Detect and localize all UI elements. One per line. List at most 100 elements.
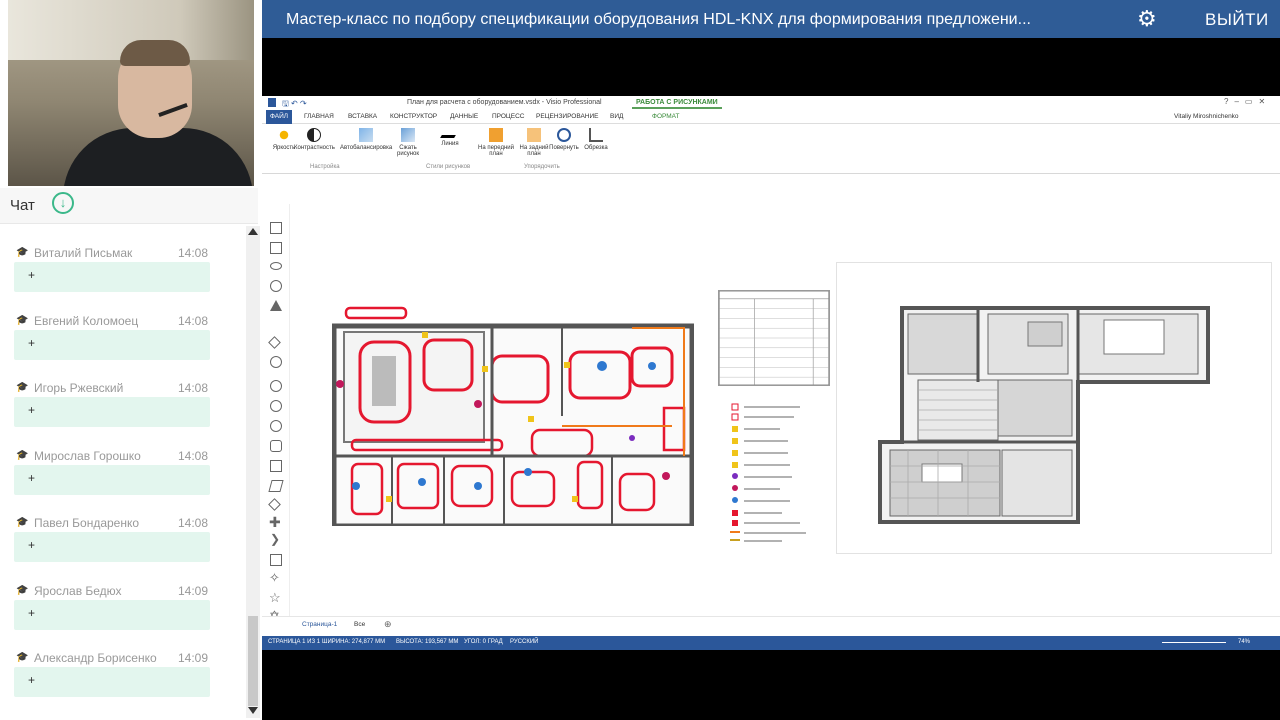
- ribbon-tabs: ФАЙЛ ГЛАВНАЯ ВСТАВКА КОНСТРУКТОР ДАННЫЕ …: [262, 110, 1280, 124]
- hexagon-shape-icon[interactable]: [270, 356, 282, 368]
- window-controls-icon[interactable]: ?–▭✕: [1224, 97, 1271, 106]
- shared-screen: 🖫 ↶ ↷ План для расчета с оборудованием.v…: [262, 96, 1280, 650]
- compress-picture-button[interactable]: Сжать рисунок: [390, 128, 426, 172]
- tab-process[interactable]: ПРОЦЕСС: [492, 113, 524, 120]
- compress-icon: [401, 128, 415, 142]
- visio-status-bar: СТРАНИЦА 1 ИЗ 1 ШИРИНА: 274,877 ММ ВЫСОТ…: [262, 636, 1280, 650]
- line-label: Линия: [441, 141, 459, 147]
- message-bubble: +: [14, 667, 210, 697]
- status-height: ВЫСОТА: 193,567 ММ: [396, 639, 459, 645]
- star-5-shape-icon[interactable]: ☆: [269, 590, 281, 606]
- can-shape-icon[interactable]: [270, 440, 282, 452]
- ellipse-shape-icon[interactable]: [270, 262, 282, 270]
- tab-home[interactable]: ГЛАВНАЯ: [304, 113, 334, 120]
- scroll-down-arrow-icon[interactable]: [248, 707, 258, 714]
- chat-title: Чат: [10, 197, 35, 214]
- message-time: 14:08: [178, 314, 209, 328]
- chat-header: Чат: [0, 188, 258, 224]
- page-tab[interactable]: Страница-1: [302, 621, 337, 628]
- group-label-arrange: Упорядочить: [524, 164, 560, 170]
- circle-shape-icon[interactable]: [270, 280, 282, 292]
- auto-balance-button[interactable]: Автобалансировка: [340, 128, 392, 172]
- chat-download-icon[interactable]: ↓: [52, 192, 74, 214]
- tab-format[interactable]: ФОРМАТ: [652, 113, 679, 120]
- message-text: +: [28, 471, 36, 485]
- graduation-cap-icon: 🎓: [16, 315, 29, 326]
- tab-view[interactable]: ВИД: [610, 113, 623, 120]
- rectangle-shape-icon[interactable]: [270, 222, 282, 234]
- floor-plan-with-equipment[interactable]: [332, 296, 694, 526]
- message-bubble: +: [14, 330, 210, 360]
- status-zoom[interactable]: 74%: [1238, 639, 1250, 645]
- cube-shape-icon[interactable]: [270, 554, 282, 566]
- graduation-cap-icon: 🎓: [16, 382, 29, 393]
- octagon-shape-icon[interactable]: [270, 380, 282, 392]
- equipment-legend[interactable]: [730, 398, 842, 548]
- message-author: Мирослав Горошко: [34, 449, 141, 463]
- pentagon-shape-icon[interactable]: [268, 336, 281, 349]
- tab-file[interactable]: ФАЙЛ: [266, 110, 292, 124]
- status-width: ШИРИНА: 274,877 ММ: [322, 639, 386, 645]
- tab-review[interactable]: РЕЦЕНЗИРОВАНИЕ: [536, 113, 599, 120]
- send-backward-icon: [527, 128, 541, 142]
- message-author: Ярослав Бедюх: [34, 584, 122, 598]
- auto-balance-label: Автобалансировка: [340, 145, 393, 151]
- visio-logo-icon: [268, 98, 276, 107]
- graduation-cap-icon: 🎓: [16, 652, 29, 663]
- webinar-title: Мастер-класс по подбору спецификации обо…: [286, 11, 1031, 28]
- chevron-shape-icon[interactable]: ❯: [270, 532, 280, 546]
- rounded-rect-shape-icon[interactable]: [270, 460, 282, 472]
- furniture-floor-plan[interactable]: [878, 306, 1210, 528]
- message-time: 14:08: [178, 246, 209, 260]
- message-author: Александр Борисенко: [34, 651, 157, 665]
- scroll-thumb[interactable]: [248, 616, 258, 706]
- message-time: 14:09: [178, 584, 209, 598]
- gear-icon[interactable]: ⚙: [1137, 8, 1159, 30]
- exit-button[interactable]: ВЫЙТИ: [1205, 10, 1269, 30]
- graduation-cap-icon: 🎓: [16, 585, 29, 596]
- equipment-spec-table[interactable]: [718, 290, 830, 386]
- chat-scrollbar[interactable]: [246, 226, 260, 718]
- sun-icon: [277, 128, 291, 142]
- contrast-label: Контрастность: [294, 145, 335, 151]
- message-time: 14:08: [178, 516, 209, 530]
- add-page-icon[interactable]: ⊕: [384, 619, 392, 630]
- brightness-label: Яркость: [272, 145, 296, 151]
- message-text: +: [28, 403, 36, 417]
- tab-design[interactable]: КОНСТРУКТОР: [390, 113, 437, 120]
- bring-forward-button[interactable]: На передний план: [474, 128, 518, 172]
- message-bubble: +: [14, 465, 210, 495]
- triangle-shape-icon[interactable]: [270, 300, 282, 311]
- crop-button[interactable]: Обрезка: [578, 128, 614, 172]
- ribbon-toolbar: Яркость Контрастность Автобалансировка С…: [262, 124, 1280, 174]
- zoom-slider[interactable]: [1162, 642, 1226, 643]
- parallelogram-shape-icon[interactable]: [268, 480, 284, 492]
- message-bubble: +: [14, 397, 210, 427]
- message-text: +: [28, 336, 36, 350]
- page-tabs-bar: Страница-1 Все ⊕: [262, 616, 1280, 634]
- page-all-dropdown[interactable]: Все: [354, 621, 365, 628]
- tab-data[interactable]: ДАННЫЕ: [450, 113, 478, 120]
- scroll-up-arrow-icon[interactable]: [248, 228, 258, 235]
- circle-large-shape-icon[interactable]: [270, 420, 282, 432]
- square-shape-icon[interactable]: [270, 242, 282, 254]
- message-bubble: +: [14, 600, 210, 630]
- diamond-shape-icon[interactable]: [268, 498, 281, 511]
- user-name[interactable]: Vitaliy Miroshnichenko: [1174, 113, 1239, 120]
- graduation-cap-icon: 🎓: [16, 450, 29, 461]
- cross-shape-icon[interactable]: ✚: [269, 514, 281, 531]
- message-text: +: [28, 673, 36, 687]
- shapes-toolbar: ✚ ❯ ✧ ☆ ✡: [262, 204, 290, 624]
- message-author: Игорь Ржевский: [34, 381, 124, 395]
- contrast-icon: [307, 128, 321, 142]
- rotate-label: Повернуть: [549, 145, 579, 151]
- webcam-person-hair: [120, 40, 190, 66]
- graduation-cap-icon: 🎓: [16, 517, 29, 528]
- status-page: СТРАНИЦА 1 ИЗ 1: [268, 639, 321, 645]
- decagon-shape-icon[interactable]: [270, 400, 282, 412]
- document-title: План для расчета с оборудованием.vsdx - …: [407, 99, 602, 106]
- message-text: +: [28, 268, 36, 282]
- pencil-line-icon: [440, 128, 460, 138]
- tab-insert[interactable]: ВСТАВКА: [348, 113, 377, 120]
- star-4-shape-icon[interactable]: ✧: [269, 570, 280, 586]
